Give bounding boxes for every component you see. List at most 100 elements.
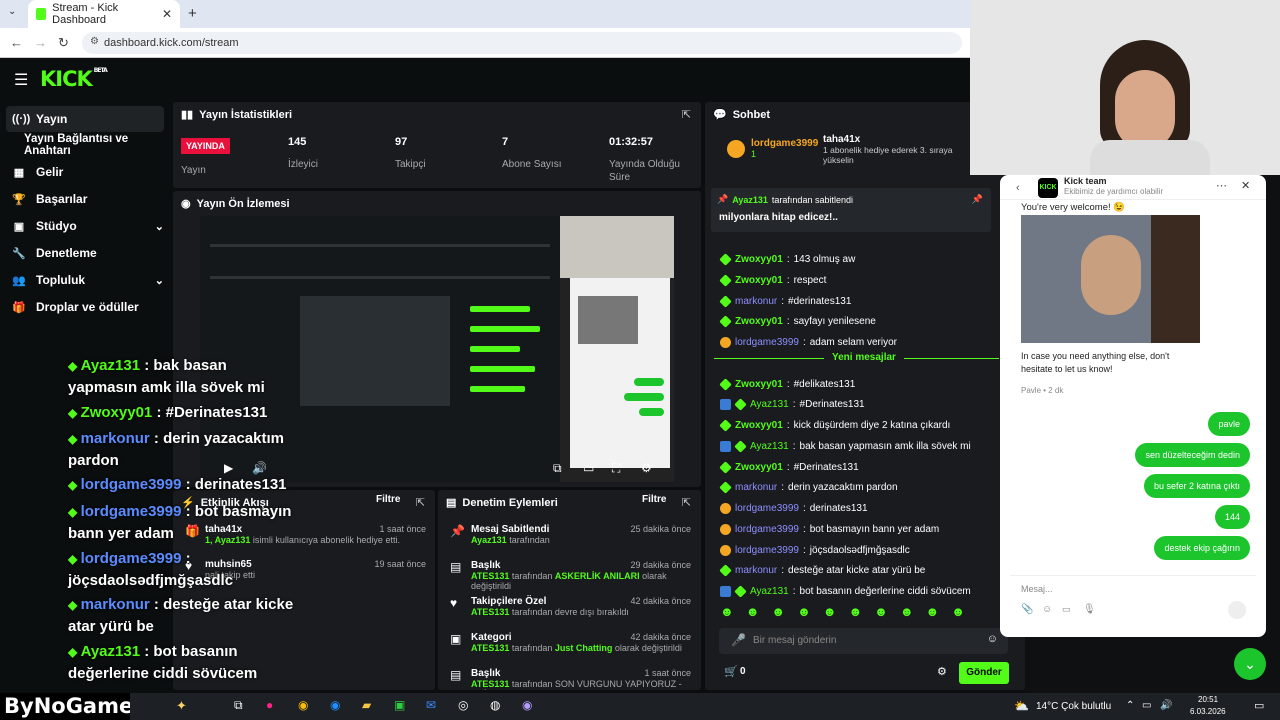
- settings-icon[interactable]: ⚙: [641, 461, 652, 475]
- support-input[interactable]: Mesaj... 📎 ☺ ▭ 🎙: [1010, 575, 1256, 625]
- sidebar-item-topluluk[interactable]: 👥 Topluluk ⌄: [6, 267, 164, 293]
- task-view-icon[interactable]: ⧉: [234, 698, 243, 713]
- sub-badge-icon: [719, 481, 732, 494]
- emote-icon[interactable]: ☻: [874, 604, 888, 622]
- url-field[interactable]: ⚙ dashboard.kick.com/stream: [82, 32, 962, 54]
- kick-logo[interactable]: KICK BETA: [40, 67, 108, 91]
- chat-username[interactable]: Zwoxyy01: [735, 420, 783, 431]
- moderation-filter-button[interactable]: Filtre: [642, 494, 666, 505]
- site-info-icon[interactable]: ⚙: [90, 36, 99, 47]
- obs-icon[interactable]: ◍: [490, 698, 500, 712]
- preview-chat-line: [470, 326, 540, 332]
- clip-icon[interactable]: ⧉: [553, 461, 562, 476]
- close-tab-icon[interactable]: ✕: [162, 7, 172, 21]
- sidebar-item-basarilar[interactable]: 🏆 Başarılar: [6, 186, 164, 212]
- emote-icon[interactable]: ☻: [746, 604, 760, 622]
- browser-tab[interactable]: Stream - Kick Dashboard ✕: [28, 0, 180, 28]
- store-icon[interactable]: ▣: [394, 698, 405, 712]
- back-icon[interactable]: ‹: [1016, 182, 1020, 194]
- chat-username[interactable]: markonur: [735, 296, 777, 307]
- sidebar-item-droplar[interactable]: 🎁 Droplar ve ödüller: [6, 294, 164, 320]
- fullscreen-icon[interactable]: ⛶: [612, 461, 620, 476]
- chat-username[interactable]: lordgame3999: [735, 545, 799, 556]
- chat-username[interactable]: lordgame3999: [735, 524, 799, 535]
- chat-username[interactable]: lordgame3999: [735, 337, 799, 348]
- chat-username[interactable]: Zwoxyy01: [735, 379, 783, 390]
- emoji-icon[interactable]: ☺: [1042, 604, 1052, 615]
- mic-icon[interactable]: 🎤: [731, 633, 746, 647]
- chat-username[interactable]: Ayaz131: [750, 399, 789, 410]
- activity-filter-button[interactable]: Filtre: [376, 494, 400, 505]
- overlay-text-line2: değerlerine ciddi sövücem: [68, 665, 258, 682]
- chat-settings-icon[interactable]: ⚙: [937, 665, 947, 678]
- expand-icon[interactable]: ⇱: [682, 496, 691, 509]
- expand-icon[interactable]: ⇱: [416, 496, 425, 509]
- emote-icon[interactable]: ☻: [926, 604, 940, 622]
- chevron-down-icon[interactable]: ⌄: [1234, 648, 1266, 680]
- edge-icon[interactable]: ◉: [330, 698, 340, 712]
- chat-username[interactable]: Zwoxyy01: [735, 254, 783, 265]
- heart-icon: ♥: [450, 596, 458, 610]
- chat-username[interactable]: lordgame3999: [735, 503, 799, 514]
- copilot-icon[interactable]: ✦: [176, 698, 187, 714]
- sidebar-item-yayin[interactable]: ((·)) Yayın: [6, 106, 164, 132]
- emote-icon[interactable]: ☻: [720, 604, 734, 622]
- moderation-row: 📌 Mesaj Sabitlendi Ayaz131 tarafından 25 …: [450, 524, 691, 545]
- mic-icon[interactable]: 🎙: [1083, 604, 1096, 615]
- unpin-icon[interactable]: 📌: [972, 194, 983, 205]
- chrome-icon[interactable]: ◉: [298, 698, 308, 712]
- chat-message: Zwoxyy01: respect: [719, 274, 826, 287]
- send-icon[interactable]: [1228, 601, 1246, 619]
- new-tab-icon[interactable]: +: [188, 5, 197, 22]
- sidebar-item-studyo[interactable]: ▣ Stüdyo ⌄: [6, 213, 164, 239]
- app-icon[interactable]: ●: [266, 698, 273, 712]
- moderation-row: ▤ Başlık ATES131 tarafından SON VURGUNU Y…: [450, 668, 691, 690]
- emote-icon[interactable]: ☻: [848, 604, 862, 622]
- chat-username[interactable]: Ayaz131: [750, 586, 789, 597]
- mail-icon[interactable]: ✉: [426, 698, 436, 712]
- forward-icon[interactable]: →: [34, 35, 47, 50]
- menu-icon[interactable]: ☰: [14, 70, 28, 90]
- sidebar-item-gelir[interactable]: ▦ Gelir: [6, 159, 164, 185]
- overlay-username: lordgame3999: [80, 550, 182, 567]
- badge-icon: ◆: [68, 645, 81, 659]
- chat-input[interactable]: 🎤 Bir mesaj gönderin ☺: [719, 628, 1008, 654]
- steam-icon[interactable]: ◎: [458, 698, 468, 712]
- chat-username[interactable]: markonur: [735, 482, 777, 493]
- moderation-time: 29 dakika önce: [630, 560, 691, 570]
- gif-icon[interactable]: ▭: [1062, 604, 1071, 615]
- expand-icon[interactable]: ⇱: [682, 108, 691, 121]
- emote-icon[interactable]: ☻: [771, 604, 785, 622]
- send-button[interactable]: Gönder: [959, 662, 1009, 684]
- url-text: dashboard.kick.com/stream: [104, 37, 239, 49]
- volume-icon[interactable]: 🔊: [1160, 700, 1172, 711]
- chat-username[interactable]: Zwoxyy01: [735, 316, 783, 327]
- camera-icon: ◉: [181, 198, 191, 210]
- top-gifter-1[interactable]: lordgame3999 1: [727, 138, 818, 159]
- notification-icon[interactable]: ▭: [1254, 699, 1264, 712]
- emote-icon[interactable]: ☻: [823, 604, 837, 622]
- emoji-icon[interactable]: ☺: [987, 633, 998, 645]
- chat-username[interactable]: Ayaz131: [750, 441, 789, 452]
- back-icon[interactable]: ←: [10, 35, 23, 50]
- sidebar-item-stream-key[interactable]: Yayın Bağlantısı ve Anahtarı: [6, 132, 164, 158]
- sidebar-item-denetleme[interactable]: 🔧 Denetleme: [6, 240, 164, 266]
- widget-divider: [1000, 199, 1266, 200]
- more-icon[interactable]: ⋯: [1216, 179, 1227, 192]
- theater-icon[interactable]: ▭: [583, 461, 594, 475]
- chat-username[interactable]: Zwoxyy01: [735, 275, 783, 286]
- chat-username[interactable]: markonur: [735, 565, 777, 576]
- reload-icon[interactable]: ↻: [58, 35, 69, 51]
- folder-icon[interactable]: ▰: [362, 698, 371, 712]
- emote-icon[interactable]: ☻: [900, 604, 914, 622]
- network-icon[interactable]: ▭: [1142, 700, 1151, 711]
- attach-icon[interactable]: 📎: [1021, 604, 1033, 615]
- discord-icon[interactable]: ◉: [522, 698, 532, 712]
- tray-chevron-icon[interactable]: ⌃: [1126, 700, 1134, 711]
- tab-list-icon[interactable]: ⌄: [8, 6, 16, 17]
- chat-username[interactable]: Zwoxyy01: [735, 462, 783, 473]
- top-gifter-2[interactable]: taha41x 1 abonelik hediye ederek 3. sıra…: [823, 134, 973, 165]
- emote-icon[interactable]: ☻: [951, 604, 965, 622]
- emote-icon[interactable]: ☻: [797, 604, 811, 622]
- close-icon[interactable]: ✕: [1241, 179, 1250, 192]
